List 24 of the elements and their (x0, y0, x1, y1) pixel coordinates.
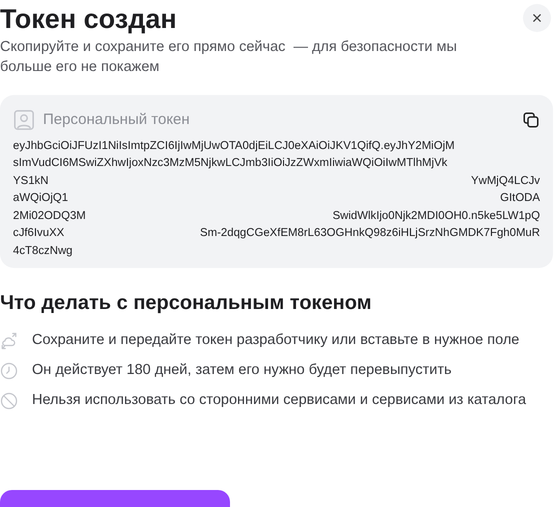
token-text: YwMjQ4LCJv (471, 174, 540, 188)
instruction-text: Сохраните и передайте токен разработчику или вставьте в нужное поле (32, 331, 520, 350)
user-photo-icon (13, 109, 35, 132)
token-text: Sm-2dqgCGeXfEM8rL63OGHnkQ98z6iHLjSrzNhGMDK7Fgh0MuR (200, 226, 540, 241)
token-text: cJf6IvuXX (13, 226, 64, 241)
token-text: SwidWlkIjo0Njk2MDI0OH0.n5ke5LW1pQ (332, 208, 540, 224)
close-button[interactable]: × (523, 4, 551, 32)
clock-icon (0, 362, 18, 380)
forbidden-icon (0, 392, 18, 410)
section-heading: Что делать с персональным токеном (0, 291, 373, 316)
token-text: aWQiOjQ1 (13, 191, 68, 206)
instruction-text: Он действует 180 дней, затем его нужно будет перевыпустить (32, 361, 452, 380)
cloud-arrows-icon (0, 332, 18, 350)
token-text: sImVudCI6MSwiZXhwIjoxNzc3MzM5NjkwLCJmb3IiOiJzZWxmIiwiaWQiOiIwMTlhMjVk (13, 156, 448, 171)
copy-icon[interactable] (522, 111, 540, 130)
token-text: eyJhbGciOiJFUzI1NiIsImtpZCI6IjIwMjUwOTA0djEiLCJ0eXAiOiJKV1QifQ.eyJhY2MiOjM (13, 138, 455, 154)
token-text: YS1kN (13, 174, 48, 188)
token-text: GItODA (500, 191, 540, 206)
token-text: 4cT8czNwg (13, 244, 73, 258)
token-label: Персональный токен (43, 110, 190, 130)
token-text: 2Mi02ODQ3M (13, 208, 86, 224)
dialog-subtitle: Скопируйте и сохраните его прямо сейчас — для безопасности мы больше его не покажем (0, 38, 458, 77)
instruction-text: Нельзя использовать со сторонними сервисами и сервисами из каталога (32, 391, 526, 410)
dialog-title: Токен создан (0, 3, 177, 36)
